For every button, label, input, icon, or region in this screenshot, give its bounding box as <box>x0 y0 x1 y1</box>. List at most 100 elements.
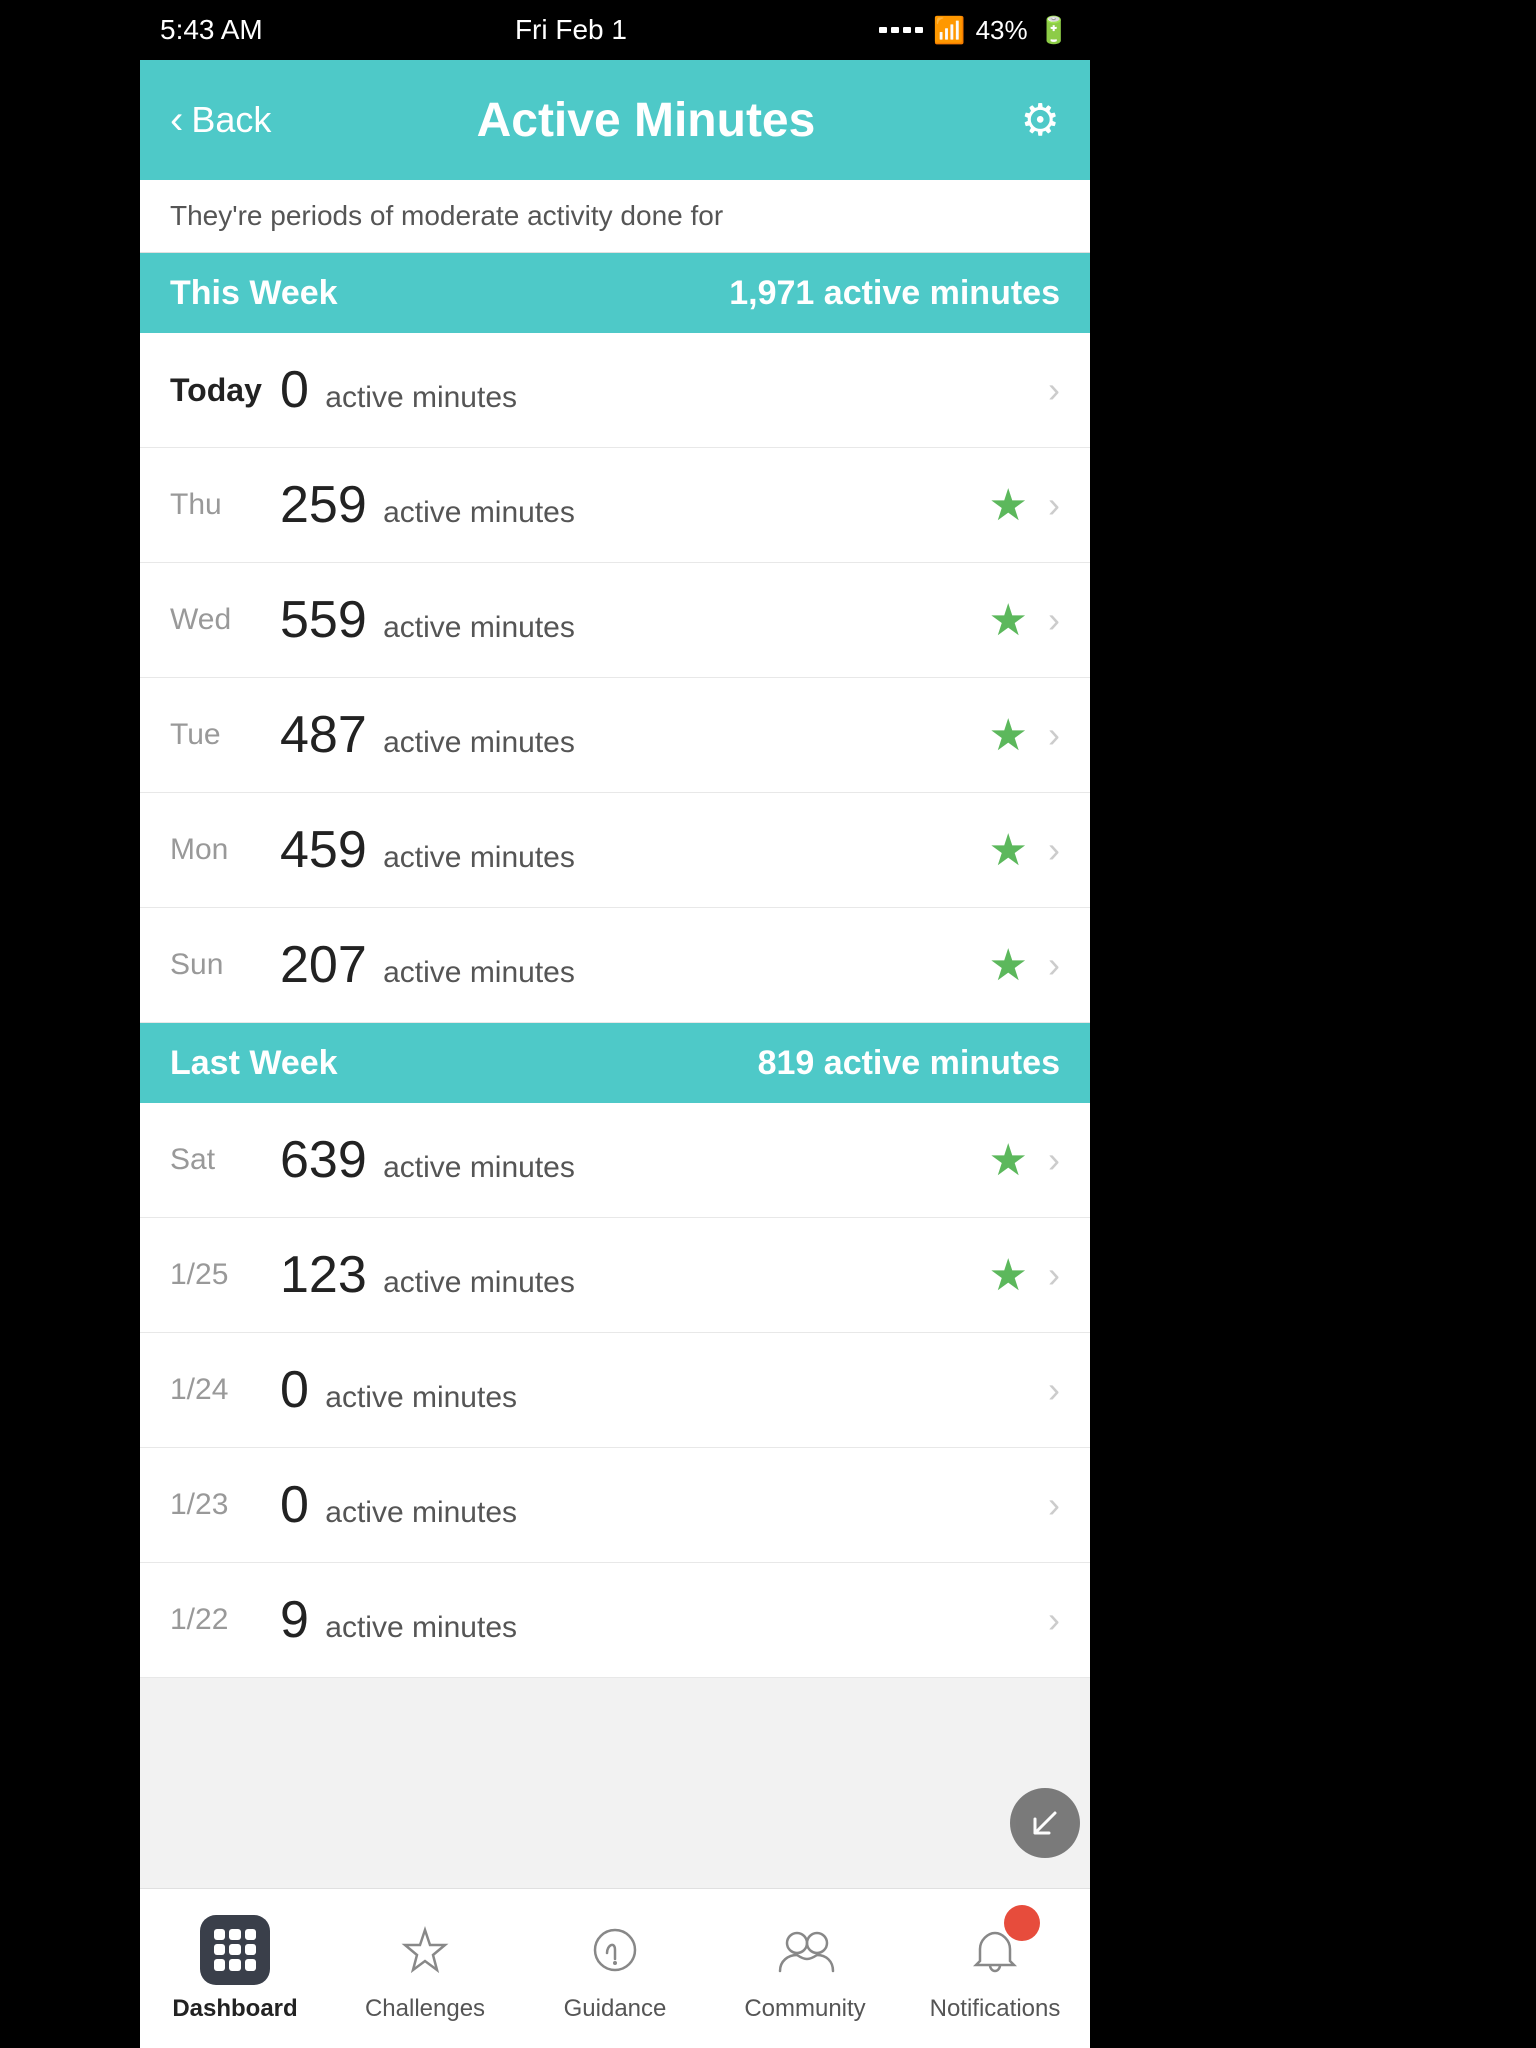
star-icon: ★ <box>989 480 1028 531</box>
day-label: Thu <box>170 488 280 522</box>
chevron-right-icon: › <box>1048 1484 1060 1526</box>
day-row-sat[interactable]: Sat 639 active minutes ★ › <box>140 1103 1090 1218</box>
challenges-icon <box>390 1915 460 1985</box>
day-label: Sun <box>170 948 280 982</box>
day-row-sun[interactable]: Sun 207 active minutes ★ › <box>140 908 1090 1023</box>
chevron-right-icon: › <box>1048 944 1060 986</box>
day-label: 1/24 <box>170 1373 280 1407</box>
day-row-tue[interactable]: Tue 487 active minutes ★ › <box>140 678 1090 793</box>
day-icons: › <box>1048 1599 1060 1641</box>
back-label: Back <box>191 99 271 141</box>
settings-icon[interactable]: ⚙ <box>1021 95 1060 146</box>
day-icons: › <box>1048 369 1060 411</box>
last-week-label: Last Week <box>170 1044 338 1083</box>
day-minutes: 0 active minutes <box>280 1475 1048 1535</box>
tab-dashboard[interactable]: Dashboard <box>140 1915 330 2023</box>
tab-bar: Dashboard Challenges Guidance <box>140 1888 1090 2048</box>
this-week-header: This Week 1,971 active minutes <box>140 253 1090 333</box>
day-label: Mon <box>170 833 280 867</box>
day-minutes: 639 active minutes <box>280 1130 989 1190</box>
wifi-icon: 📶 <box>933 15 965 46</box>
day-minutes: 123 active minutes <box>280 1245 989 1305</box>
day-icons: ★ › <box>989 940 1060 991</box>
day-minutes: 0 active minutes <box>280 360 1048 420</box>
tab-community[interactable]: Community <box>710 1915 900 2023</box>
page-title: Active Minutes <box>477 93 816 148</box>
this-week-label: This Week <box>170 274 338 313</box>
day-row-mon[interactable]: Mon 459 active minutes ★ › <box>140 793 1090 908</box>
tab-guidance[interactable]: Guidance <box>520 1915 710 2023</box>
star-icon: ★ <box>989 1135 1028 1186</box>
day-label: 1/23 <box>170 1488 280 1522</box>
day-label: Tue <box>170 718 280 752</box>
day-icons: › <box>1048 1484 1060 1526</box>
day-minutes: 207 active minutes <box>280 935 989 995</box>
status-time: 5:43 AM <box>160 14 263 46</box>
day-label: Today <box>170 372 280 409</box>
back-button[interactable]: ‹ Back <box>170 98 271 143</box>
tab-notifications-label: Notifications <box>930 1995 1061 2023</box>
day-minutes: 459 active minutes <box>280 820 989 880</box>
tab-challenges[interactable]: Challenges <box>330 1915 520 2023</box>
last-week-total: 819 active minutes <box>758 1044 1060 1083</box>
day-label: Sat <box>170 1143 280 1177</box>
day-minutes: 9 active minutes <box>280 1590 1048 1650</box>
day-icons: ★ › <box>989 1250 1060 1301</box>
day-minutes: 259 active minutes <box>280 475 989 535</box>
day-row-today[interactable]: Today 0 active minutes › <box>140 333 1090 448</box>
day-label: Wed <box>170 603 280 637</box>
day-icons: ★ › <box>989 1135 1060 1186</box>
this-week-total: 1,971 active minutes <box>729 274 1060 313</box>
notifications-icon <box>960 1915 1030 1985</box>
header: ‹ Back Active Minutes ⚙ <box>140 60 1090 180</box>
chevron-right-icon: › <box>1048 1139 1060 1181</box>
star-icon: ★ <box>989 710 1028 761</box>
chevron-right-icon: › <box>1048 829 1060 871</box>
scroll-area: They're periods of moderate activity don… <box>140 180 1090 1888</box>
tab-guidance-label: Guidance <box>564 1995 667 2023</box>
star-icon: ★ <box>989 1250 1028 1301</box>
chevron-right-icon: › <box>1048 1369 1060 1411</box>
chevron-right-icon: › <box>1048 599 1060 641</box>
scroll-content: They're periods of moderate activity don… <box>140 180 1090 1678</box>
day-row-wed[interactable]: Wed 559 active minutes ★ › <box>140 563 1090 678</box>
notification-badge <box>1004 1905 1040 1941</box>
chevron-right-icon: › <box>1048 1254 1060 1296</box>
day-icons: ★ › <box>989 710 1060 761</box>
status-right: 📶 43% 🔋 <box>879 15 1070 46</box>
battery-level: 43% <box>976 15 1028 46</box>
dashboard-icon <box>200 1915 270 1985</box>
back-chevron-icon: ‹ <box>170 98 183 143</box>
grid-icon <box>214 1929 256 1971</box>
day-label: 1/25 <box>170 1258 280 1292</box>
day-row-1-24[interactable]: 1/24 0 active minutes › <box>140 1333 1090 1448</box>
day-icons: ★ › <box>989 480 1060 531</box>
last-week-header: Last Week 819 active minutes <box>140 1023 1090 1103</box>
day-minutes: 559 active minutes <box>280 590 989 650</box>
day-minutes: 487 active minutes <box>280 705 989 765</box>
chevron-right-icon: › <box>1048 484 1060 526</box>
guidance-icon <box>580 1915 650 1985</box>
day-row-1-22[interactable]: 1/22 9 active minutes › <box>140 1563 1090 1678</box>
day-icons: › <box>1048 1369 1060 1411</box>
star-icon: ★ <box>989 825 1028 876</box>
info-banner: They're periods of moderate activity don… <box>140 180 1090 253</box>
battery-icon: 🔋 <box>1038 15 1070 46</box>
info-text: They're periods of moderate activity don… <box>170 200 723 231</box>
tab-notifications[interactable]: Notifications <box>900 1915 1090 2023</box>
tab-dashboard-label: Dashboard <box>172 1995 297 2023</box>
status-date: Fri Feb 1 <box>515 14 627 46</box>
day-icons: ★ › <box>989 825 1060 876</box>
corner-button[interactable] <box>1010 1788 1080 1858</box>
day-row-1-25[interactable]: 1/25 123 active minutes ★ › <box>140 1218 1090 1333</box>
tab-challenges-label: Challenges <box>365 1995 485 2023</box>
chevron-right-icon: › <box>1048 714 1060 756</box>
star-icon: ★ <box>989 940 1028 991</box>
day-minutes: 0 active minutes <box>280 1360 1048 1420</box>
day-row-thu[interactable]: Thu 259 active minutes ★ › <box>140 448 1090 563</box>
chevron-right-icon: › <box>1048 1599 1060 1641</box>
signal-icon <box>879 27 923 33</box>
day-row-1-23[interactable]: 1/23 0 active minutes › <box>140 1448 1090 1563</box>
chevron-right-icon: › <box>1048 369 1060 411</box>
status-bar: 5:43 AM Fri Feb 1 📶 43% 🔋 <box>140 0 1090 60</box>
